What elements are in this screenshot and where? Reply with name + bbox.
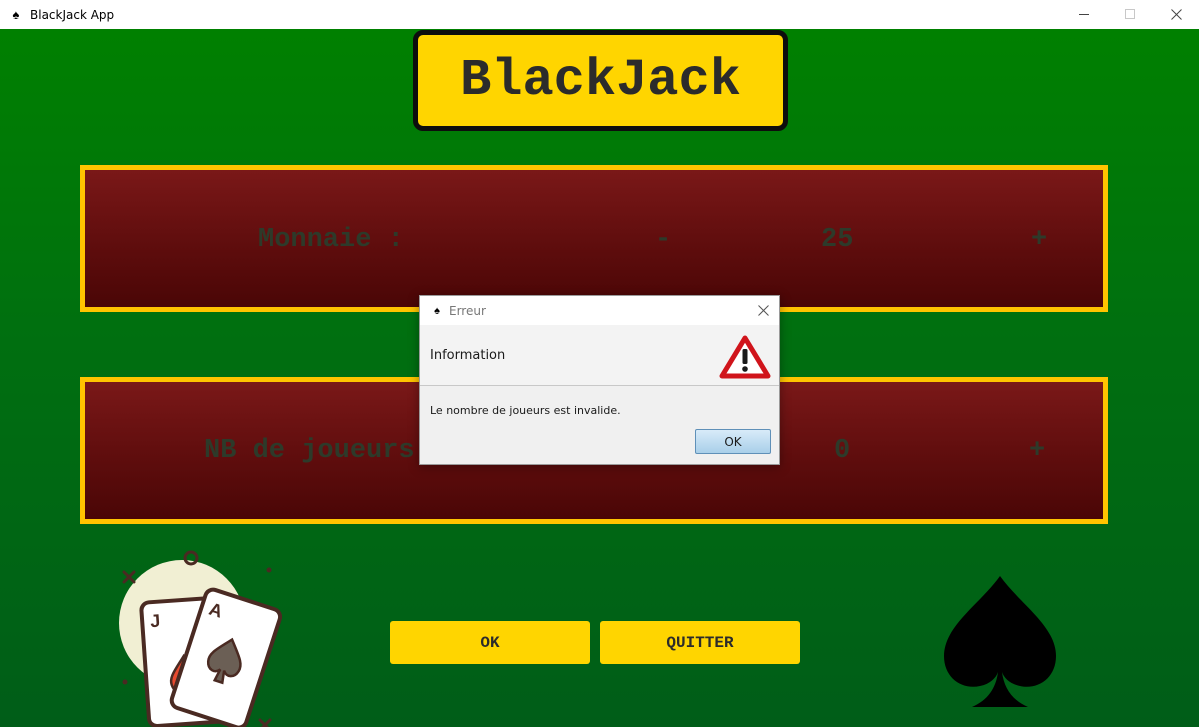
close-icon[interactable] <box>753 300 773 320</box>
warning-icon <box>719 335 771 379</box>
window-titlebar: ♠ BlackJack App <box>0 0 1199 29</box>
players-value: 0 <box>834 436 851 466</box>
money-decrease-button[interactable]: - <box>655 225 671 255</box>
money-panel: Monnaie : - 25 + <box>80 165 1108 312</box>
playing-cards-icon: J A <box>119 550 283 727</box>
dialog-header: Information <box>420 325 779 386</box>
spade-icon: ♠ <box>434 304 440 317</box>
error-dialog: ♠ Erreur Information Le nombre de joueur… <box>419 295 780 465</box>
ok-button[interactable]: OK <box>390 621 590 664</box>
logo-text: BlackJack <box>460 51 741 110</box>
dialog-title: Erreur <box>449 303 486 318</box>
svg-text:J: J <box>150 611 161 632</box>
blackjack-logo: BlackJack <box>413 30 788 131</box>
dialog-header-text: Information <box>430 348 506 363</box>
minimize-icon[interactable] <box>1061 0 1107 29</box>
quit-button[interactable]: QUITTER <box>600 621 800 664</box>
players-increase-button[interactable]: + <box>1029 436 1045 466</box>
players-label: NB de joueurs <box>204 436 415 466</box>
spade-icon: ♠ <box>12 7 20 22</box>
dialog-ok-button[interactable]: OK <box>695 429 771 454</box>
maximize-icon[interactable] <box>1107 0 1153 29</box>
window-title: BlackJack App <box>30 7 115 22</box>
spade-icon <box>944 576 1056 707</box>
window-controls <box>1061 0 1199 29</box>
dialog-titlebar: ♠ Erreur <box>420 296 779 325</box>
money-value: 25 <box>821 225 854 255</box>
dialog-message: Le nombre de joueurs est invalide. <box>430 404 621 417</box>
money-label: Monnaie : <box>258 225 404 255</box>
money-increase-button[interactable]: + <box>1031 225 1047 255</box>
close-icon[interactable] <box>1153 0 1199 29</box>
